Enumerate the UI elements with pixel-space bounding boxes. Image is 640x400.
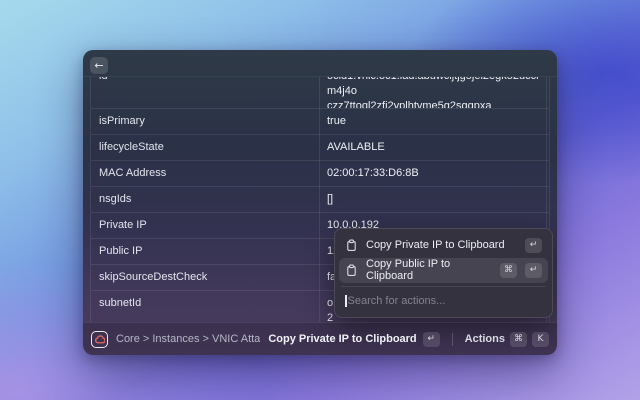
raycast-window: ← id ocid1.vnic.oc1.iad.abuwcljtjg5jel2e…	[83, 50, 557, 355]
row-key: MAC Address	[99, 167, 167, 179]
table-row-lifecyclestate: lifecycleState AVAILABLE	[91, 135, 549, 161]
actions-button-label: Actions	[464, 333, 505, 345]
text-caret	[345, 295, 347, 308]
cmd-key-badge: ⌘	[500, 262, 517, 278]
row-value: AVAILABLE	[327, 141, 385, 153]
oracle-cloud-icon	[91, 330, 108, 348]
footer-divider	[451, 332, 453, 346]
row-key: id	[91, 77, 319, 108]
k-key-badge: K	[532, 331, 549, 347]
actions-popup: Copy Private IP to Clipboard ↵ Copy Publ…	[334, 228, 553, 318]
breadcrumb: Core > Instances > VNIC Attachment > VNI…	[116, 333, 261, 345]
action-item-label: Copy Public IP to Clipboard	[366, 258, 451, 283]
table-row-mac-address: MAC Address 02:00:17:33:D6:8B	[91, 161, 549, 187]
action-item-copy-private-ip[interactable]: Copy Private IP to Clipboard ↵	[339, 233, 548, 258]
table-row-nsgids: nsgIds []	[91, 187, 549, 213]
actions-search	[339, 290, 548, 313]
clipboard-icon	[345, 239, 358, 252]
row-key: Public IP	[99, 245, 143, 257]
enter-key-badge: ↵	[525, 237, 542, 253]
row-key: lifecycleState	[99, 141, 164, 153]
row-value-line: czz7ttoql2zfj2yplhtvme5g2sgqpxa	[327, 100, 492, 109]
actions-search-input[interactable]	[347, 295, 542, 308]
row-value: []	[327, 193, 334, 205]
row-value: true	[327, 115, 346, 127]
enter-key-badge: ↵	[525, 262, 542, 278]
cmd-key-badge: ⌘	[510, 331, 527, 347]
row-key: nsgIds	[99, 193, 132, 205]
back-button[interactable]: ←	[90, 57, 108, 74]
row-key: skipSourceDestCheck	[99, 271, 208, 283]
table-row-id: id ocid1.vnic.oc1.iad.abuwcljtjg5jel2egk…	[91, 77, 549, 109]
primary-action-label: Copy Private IP to Clipboard	[268, 333, 417, 345]
footer-bar: Core > Instances > VNIC Attachment > VNI…	[83, 322, 557, 355]
row-value: 02:00:17:33:D6:8B	[327, 167, 419, 179]
row-value: ocid1.vnic.oc1.iad.abuwcljtjg5jel2egk52u…	[319, 77, 549, 108]
row-key: Private IP	[99, 219, 147, 231]
row-key: subnetId	[99, 297, 142, 309]
table-row-isprimary: isPrimary true	[91, 109, 549, 135]
popup-divider	[341, 285, 546, 287]
window-header: ←	[83, 50, 557, 76]
desktop-background: ← id ocid1.vnic.oc1.iad.abuwcljtjg5jel2e…	[0, 0, 640, 400]
action-item-label: Copy Private IP to Clipboard	[366, 239, 505, 252]
row-value-line: ocid1.vnic.oc1.iad.abuwcljtjg5jel2egk52u…	[327, 77, 539, 97]
action-item-copy-public-ip[interactable]: Copy Public IP to Clipboard ⌘ ↵	[339, 257, 548, 283]
primary-action-button[interactable]: Copy Private IP to Clipboard ↵	[268, 331, 440, 347]
row-key: isPrimary	[99, 115, 145, 127]
column-divider	[319, 77, 320, 322]
clipboard-icon	[345, 264, 358, 277]
actions-button[interactable]: Actions ⌘ K	[464, 331, 549, 347]
enter-key-badge: ↵	[422, 331, 440, 347]
